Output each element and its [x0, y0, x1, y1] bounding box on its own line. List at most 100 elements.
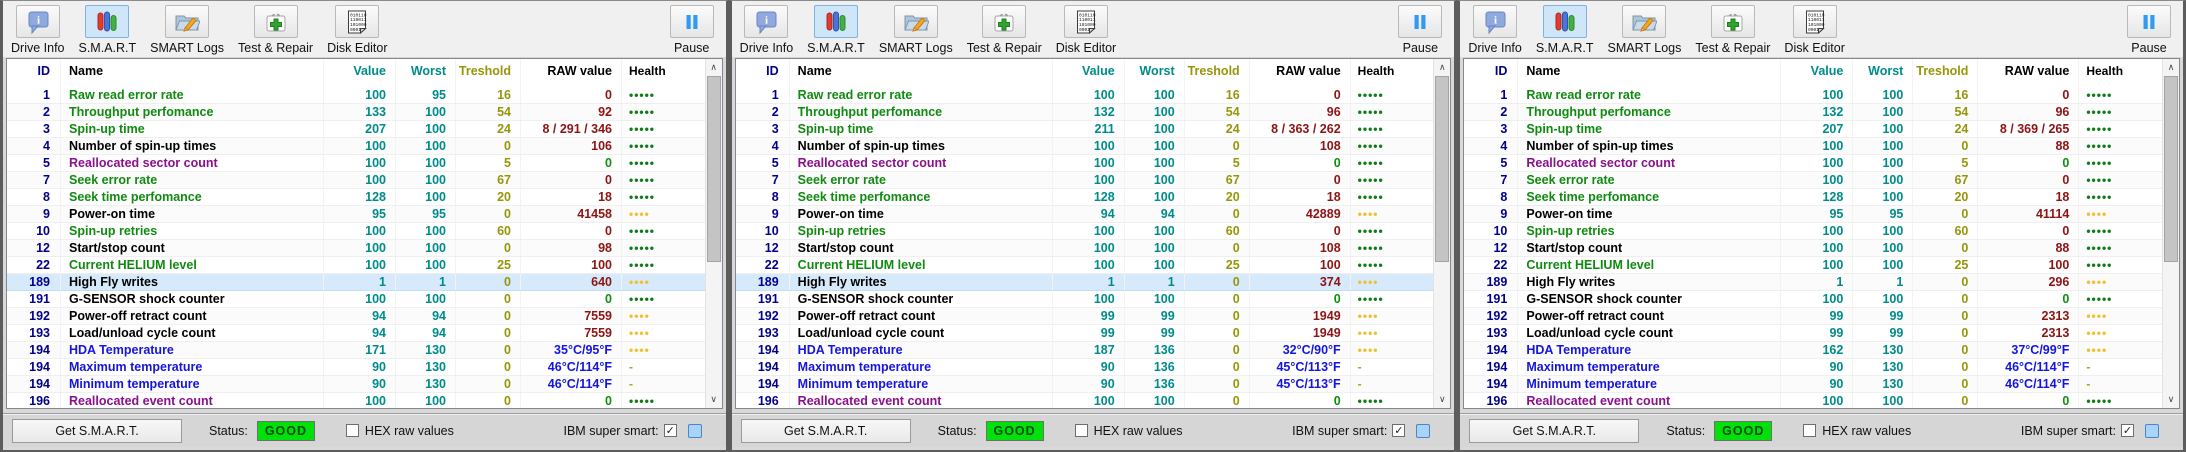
get-smart-button[interactable]: Get S.M.A.R.T.: [12, 419, 182, 443]
table-row[interactable]: 194 Minimum temperature 90 130 0 46°C/11…: [7, 376, 705, 393]
table-row[interactable]: 194 Maximum temperature 90 130 0 46°C/11…: [1464, 359, 2162, 376]
table-row[interactable]: 194 HDA Temperature 171 130 0 35°C/95°F …: [7, 342, 705, 359]
table-row[interactable]: 8 Seek time perfomance 128 100 20 18 •••…: [7, 189, 705, 206]
column-header-health[interactable]: Health: [2079, 59, 2162, 87]
scroll-up-icon[interactable]: ∧: [2163, 59, 2179, 76]
disk-editor-button[interactable]: 010110 110011 101000 0001 Disk Editor: [1056, 5, 1116, 55]
table-row[interactable]: 9 Power-on time 95 95 0 41458 ••••: [7, 206, 705, 223]
column-header-id[interactable]: ID: [7, 59, 61, 87]
table-row[interactable]: 194 HDA Temperature 187 136 0 32°C/90°F …: [736, 342, 1434, 359]
table-row[interactable]: 1 Raw read error rate 100 95 16 0 •••••: [7, 87, 705, 104]
ibm-checkbox[interactable]: [664, 424, 677, 437]
table-row[interactable]: 194 Minimum temperature 90 130 0 46°C/11…: [1464, 376, 2162, 393]
table-row[interactable]: 2 Throughput perfomance 132 100 54 96 ••…: [736, 104, 1434, 121]
blue-square-button[interactable]: [688, 424, 702, 438]
table-row[interactable]: 1 Raw read error rate 100 100 16 0 •••••: [736, 87, 1434, 104]
table-row[interactable]: 189 High Fly writes 1 1 0 640 ••••: [7, 274, 705, 291]
ibm-checkbox[interactable]: [1392, 424, 1405, 437]
scroll-down-icon[interactable]: ∨: [706, 391, 722, 408]
table-row[interactable]: 192 Power-off retract count 99 99 0 2313…: [1464, 308, 2162, 325]
table-row[interactable]: 1 Raw read error rate 100 100 16 0 •••••: [1464, 87, 2162, 104]
table-row[interactable]: 22 Current HELIUM level 100 100 25 100 •…: [1464, 257, 2162, 274]
table-row[interactable]: 189 High Fly writes 1 1 0 374 ••••: [736, 274, 1434, 291]
table-row[interactable]: 196 Reallocated event count 100 100 0 0 …: [7, 393, 705, 408]
table-row[interactable]: 191 G-SENSOR shock counter 100 100 0 0 •…: [1464, 291, 2162, 308]
table-row[interactable]: 7 Seek error rate 100 100 67 0 •••••: [7, 172, 705, 189]
scrollbar-thumb[interactable]: [707, 76, 721, 262]
table-row[interactable]: 193 Load/unload cycle count 99 99 0 2313…: [1464, 325, 2162, 342]
table-row[interactable]: 193 Load/unload cycle count 94 94 0 7559…: [7, 325, 705, 342]
table-row[interactable]: 12 Start/stop count 100 100 0 98 •••••: [7, 240, 705, 257]
smart-button[interactable]: S.M.A.R.T: [807, 5, 865, 55]
drive-info-button[interactable]: i Drive Info: [11, 5, 65, 55]
table-row[interactable]: 194 Maximum temperature 90 130 0 46°C/11…: [7, 359, 705, 376]
smart-button[interactable]: S.M.A.R.T: [1536, 5, 1594, 55]
table-row[interactable]: 5 Reallocated sector count 100 100 5 0 •…: [7, 155, 705, 172]
scrollbar-track[interactable]: [706, 76, 722, 391]
table-row[interactable]: 193 Load/unload cycle count 99 99 0 1949…: [736, 325, 1434, 342]
column-header-treshold[interactable]: Treshold: [456, 59, 521, 87]
smart-button[interactable]: S.M.A.R.T: [79, 5, 137, 55]
column-header-raw-value[interactable]: RAW value: [1978, 59, 2079, 87]
column-header-id[interactable]: ID: [1464, 59, 1518, 87]
scroll-down-icon[interactable]: ∨: [1434, 391, 1450, 408]
column-header-health[interactable]: Health: [1351, 59, 1434, 87]
pause-button[interactable]: Pause: [670, 5, 714, 55]
test-repair-button[interactable]: Test & Repair: [238, 5, 313, 55]
pause-button[interactable]: Pause: [2127, 5, 2171, 55]
drive-info-button[interactable]: i Drive Info: [740, 5, 794, 55]
table-row[interactable]: 5 Reallocated sector count 100 100 5 0 •…: [1464, 155, 2162, 172]
table-row[interactable]: 10 Spin-up retries 100 100 60 0 •••••: [1464, 223, 2162, 240]
table-row[interactable]: 7 Seek error rate 100 100 67 0 •••••: [736, 172, 1434, 189]
blue-square-button[interactable]: [1416, 424, 1430, 438]
column-header-raw-value[interactable]: RAW value: [521, 59, 622, 87]
scroll-up-icon[interactable]: ∧: [1434, 59, 1450, 76]
scrollbar-thumb[interactable]: [2164, 76, 2178, 262]
column-header-treshold[interactable]: Treshold: [1185, 59, 1250, 87]
table-row[interactable]: 194 Maximum temperature 90 136 0 45°C/11…: [736, 359, 1434, 376]
scroll-up-icon[interactable]: ∧: [706, 59, 722, 76]
get-smart-button[interactable]: Get S.M.A.R.T.: [741, 419, 911, 443]
table-row[interactable]: 4 Number of spin-up times 100 100 0 108 …: [736, 138, 1434, 155]
column-header-worst[interactable]: Worst: [1853, 59, 1913, 87]
scroll-down-icon[interactable]: ∨: [2163, 391, 2179, 408]
column-header-treshold[interactable]: Treshold: [1913, 59, 1978, 87]
column-header-value[interactable]: Value: [324, 59, 396, 87]
scrollbar-track[interactable]: [1434, 76, 1450, 391]
column-header-name[interactable]: Name: [1518, 59, 1781, 87]
table-row[interactable]: 3 Spin-up time 207 100 24 8 / 291 / 346 …: [7, 121, 705, 138]
table-row[interactable]: 10 Spin-up retries 100 100 60 0 •••••: [736, 223, 1434, 240]
table-row[interactable]: 2 Throughput perfomance 133 100 54 92 ••…: [7, 104, 705, 121]
column-header-worst[interactable]: Worst: [1125, 59, 1185, 87]
hex-checkbox[interactable]: [1075, 424, 1088, 437]
table-row[interactable]: 9 Power-on time 95 95 0 41114 ••••: [1464, 206, 2162, 223]
table-row[interactable]: 191 G-SENSOR shock counter 100 100 0 0 •…: [736, 291, 1434, 308]
vertical-scrollbar[interactable]: ∧ ∨: [2162, 59, 2179, 408]
hex-checkbox[interactable]: [1803, 424, 1816, 437]
blue-square-button[interactable]: [2145, 424, 2159, 438]
table-row[interactable]: 9 Power-on time 94 94 0 42889 ••••: [736, 206, 1434, 223]
table-row[interactable]: 22 Current HELIUM level 100 100 25 100 •…: [736, 257, 1434, 274]
table-row[interactable]: 191 G-SENSOR shock counter 100 100 0 0 •…: [7, 291, 705, 308]
table-row[interactable]: 10 Spin-up retries 100 100 60 0 •••••: [7, 223, 705, 240]
hex-checkbox[interactable]: [346, 424, 359, 437]
smart-logs-button[interactable]: SMART Logs: [1608, 5, 1682, 55]
table-row[interactable]: 4 Number of spin-up times 100 100 0 106 …: [7, 138, 705, 155]
table-row[interactable]: 12 Start/stop count 100 100 0 88 •••••: [1464, 240, 2162, 257]
table-row[interactable]: 192 Power-off retract count 99 99 0 1949…: [736, 308, 1434, 325]
column-header-raw-value[interactable]: RAW value: [1250, 59, 1351, 87]
ibm-checkbox[interactable]: [2121, 424, 2134, 437]
scrollbar-thumb[interactable]: [1435, 76, 1449, 262]
table-row[interactable]: 194 HDA Temperature 162 130 0 37°C/99°F …: [1464, 342, 2162, 359]
disk-editor-button[interactable]: 010110 110011 101000 0001 Disk Editor: [1784, 5, 1844, 55]
get-smart-button[interactable]: Get S.M.A.R.T.: [1469, 419, 1639, 443]
drive-info-button[interactable]: i Drive Info: [1468, 5, 1522, 55]
table-row[interactable]: 8 Seek time perfomance 128 100 20 18 •••…: [736, 189, 1434, 206]
column-header-worst[interactable]: Worst: [396, 59, 456, 87]
smart-logs-button[interactable]: SMART Logs: [879, 5, 953, 55]
smart-logs-button[interactable]: SMART Logs: [150, 5, 224, 55]
disk-editor-button[interactable]: 010110 110011 101000 0001 Disk Editor: [327, 5, 387, 55]
table-row[interactable]: 196 Reallocated event count 100 100 0 0 …: [1464, 393, 2162, 408]
table-row[interactable]: 8 Seek time perfomance 128 100 20 18 •••…: [1464, 189, 2162, 206]
column-header-name[interactable]: Name: [61, 59, 324, 87]
